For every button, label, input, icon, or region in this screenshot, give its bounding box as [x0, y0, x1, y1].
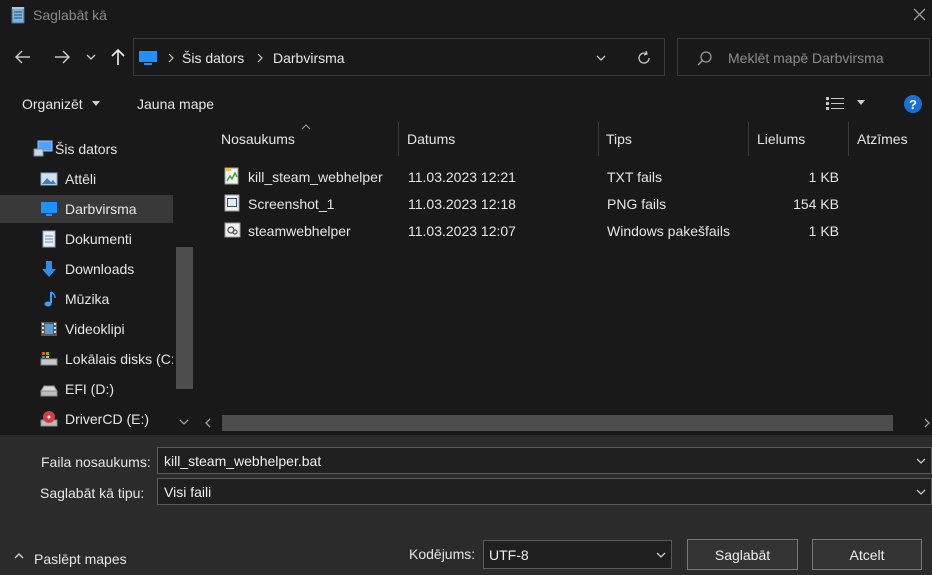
png-file-icon	[224, 194, 240, 212]
sidebar-item-6[interactable]: Lokālais disks (C:	[0, 345, 175, 373]
sidebar-item-2[interactable]: Dokumenti	[0, 225, 173, 253]
local-disk-icon	[40, 352, 58, 366]
monitor-icon	[139, 51, 157, 65]
cancel-button[interactable]: Atcelt	[812, 539, 922, 570]
toolbar: Organizēt Jauna mape ?	[0, 84, 932, 122]
column-type[interactable]: Tips	[606, 122, 632, 156]
recent-locations-button[interactable]	[80, 43, 102, 71]
chevron-down-icon	[86, 54, 96, 60]
file-date: 11.03.2023 12:07	[408, 223, 516, 239]
close-icon	[913, 8, 926, 21]
refresh-icon[interactable]	[635, 49, 653, 67]
hide-folders-button[interactable]: Paslēpt mapes	[34, 551, 127, 567]
sidebar-item-this-pc[interactable]: Šis dators	[0, 135, 173, 163]
sidebar-item-7[interactable]: EFI (D:)	[0, 375, 173, 403]
sidebar-item-3[interactable]: Downloads	[0, 255, 173, 283]
scroll-down-icon[interactable]	[178, 417, 190, 427]
back-button[interactable]	[9, 43, 37, 71]
file-row[interactable]: kill_steam_webhelper 11.03.2023 12:21 TXT …	[216, 164, 916, 191]
sidebar-item-1[interactable]: Darbvirsma	[0, 195, 173, 223]
file-type: PNG fails	[607, 196, 667, 212]
view-options-icon[interactable]	[825, 96, 845, 110]
help-icon[interactable]: ?	[903, 94, 923, 114]
sidebar-item-4[interactable]: Mūzika	[0, 285, 173, 313]
chevron-up-icon[interactable]	[13, 551, 25, 561]
sidebar-item-0[interactable]: Attēli	[0, 165, 173, 193]
this-pc-icon	[33, 140, 53, 157]
chevron-down-icon	[92, 101, 100, 106]
file-row[interactable]: steamwebhelper 11.03.2023 12:07 Windows pa…	[216, 218, 916, 245]
forward-button[interactable]	[48, 43, 76, 71]
breadcrumb-desktop[interactable]: Darbvirsma	[273, 50, 345, 66]
arrow-up-icon	[111, 48, 125, 65]
txt-file-icon	[224, 167, 239, 185]
search-box[interactable]: Meklēt mapē Darbvirsma	[677, 38, 930, 76]
organize-button[interactable]: Organizēt	[22, 96, 83, 112]
encoding-select[interactable]: UTF-8	[483, 540, 672, 569]
chevron-down-icon[interactable]	[594, 52, 608, 64]
file-date: 11.03.2023 12:21	[408, 169, 516, 185]
window-title: Saglabāt kā	[33, 7, 107, 23]
file-name: kill_steam_webhelper	[248, 169, 383, 185]
chevron-down-icon[interactable]	[856, 99, 866, 107]
filename-field[interactable]: kill_steam_webhelper.bat	[157, 447, 932, 474]
file-size: 1 KB	[808, 223, 839, 239]
save-as-type-select[interactable]: Visi faili	[157, 478, 932, 505]
scroll-right-icon[interactable]	[922, 417, 932, 429]
address-bar[interactable]: Šis dators Darbvirsma	[133, 38, 665, 76]
notepad-icon	[9, 6, 27, 24]
file-size: 1 KB	[808, 169, 839, 185]
up-button[interactable]	[104, 43, 132, 71]
new-folder-button[interactable]: Jauna mape	[137, 96, 214, 112]
chevron-down-icon	[656, 552, 666, 558]
column-date[interactable]: Datums	[407, 122, 455, 156]
cd-drive-icon	[40, 411, 58, 427]
scroll-left-icon[interactable]	[203, 417, 213, 429]
filename-label: Faila nosaukums:	[41, 454, 151, 470]
file-name: steamwebhelper	[248, 223, 351, 239]
file-type: TXT fails	[607, 169, 662, 185]
drive-icon	[40, 385, 58, 397]
file-date: 11.03.2023 12:18	[408, 196, 516, 212]
file-size: 154 KB	[793, 196, 839, 212]
title-bar	[0, 0, 932, 31]
desktop-icon	[41, 202, 57, 216]
file-row[interactable]: Screenshot_1 11.03.2023 12:18 PNG fails 154…	[216, 191, 916, 218]
column-size[interactable]: Lielums	[757, 122, 805, 156]
file-name: Screenshot_1	[248, 196, 335, 212]
videos-icon	[41, 322, 57, 336]
save-as-type-label: Saglabāt kā tipu:	[40, 485, 145, 501]
sort-ascending-icon	[301, 124, 311, 130]
arrow-left-icon	[15, 50, 30, 64]
documents-icon	[42, 230, 56, 248]
save-button[interactable]: Saglabāt	[687, 539, 798, 570]
chevron-down-icon[interactable]	[915, 455, 927, 467]
sidebar-scroll-thumb[interactable]	[176, 247, 193, 389]
breadcrumb-this-pc[interactable]: Šis dators	[182, 50, 244, 66]
chevron-right-icon	[168, 53, 174, 63]
search-icon	[697, 51, 712, 66]
column-name[interactable]: Nosaukums	[221, 122, 295, 156]
sidebar-item-5[interactable]: Videoklipi	[0, 315, 173, 343]
search-placeholder: Meklēt mapē Darbvirsma	[728, 50, 884, 66]
sidebar-item-8[interactable]: DriverCD (E:)	[0, 405, 173, 433]
chevron-down-icon[interactable]	[915, 486, 927, 498]
chevron-right-icon	[257, 53, 263, 63]
horizontal-scroll-thumb[interactable]	[222, 415, 893, 431]
save-options-panel: Faila nosaukums: kill_steam_webhelper.ba…	[0, 435, 932, 575]
downloads-icon	[42, 261, 56, 277]
svg-text:?: ?	[909, 97, 917, 112]
file-type: Windows pakešfails	[607, 223, 730, 239]
bat-file-icon	[224, 222, 241, 238]
arrow-right-icon	[55, 50, 70, 64]
close-button[interactable]	[906, 2, 932, 28]
pictures-icon	[40, 172, 58, 186]
music-icon	[44, 291, 56, 307]
encoding-label: Kodējums:	[409, 546, 476, 562]
column-tags[interactable]: Atzīmes	[857, 122, 908, 156]
